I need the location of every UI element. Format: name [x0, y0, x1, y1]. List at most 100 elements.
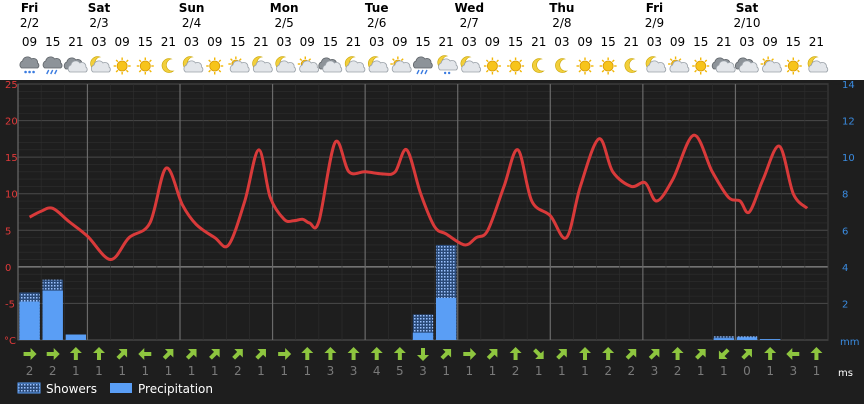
left-axis-unit: °C — [4, 336, 16, 347]
right-tick-label: 4 — [842, 263, 848, 274]
hour-labels: 09 15 21 03 09 15 21 03 09 15 21 03 09 15 21 03 09 15 21 03… — [22, 35, 824, 49]
day-name-label: Fri — [21, 1, 38, 15]
wind-speed-label: 1 — [211, 364, 219, 378]
hour-label: 09 — [577, 35, 592, 49]
wind-speed-label: 2 — [674, 364, 682, 378]
day-date-label: 2/8 — [552, 16, 571, 30]
day-date-label: 2/4 — [182, 16, 201, 30]
day-name-label: Sat — [88, 1, 111, 15]
hour-label: 21 — [346, 35, 361, 49]
hour-label: 15 — [138, 35, 153, 49]
legend-showers-label: Showers — [46, 382, 97, 396]
day-name-label: Sun — [179, 1, 205, 15]
sun-disc — [579, 60, 591, 72]
left-tick-label: 10 — [5, 190, 18, 201]
wind-speed-label: 1 — [257, 364, 265, 378]
wind-speed-label: 1 — [766, 364, 774, 378]
hour-label: 03 — [184, 35, 199, 49]
legend-precipitation-label: Precipitation — [138, 382, 213, 396]
hour-label: 15 — [415, 35, 430, 49]
day-name-label: Wed — [455, 1, 485, 15]
hour-label: 15 — [601, 35, 616, 49]
wind-speed-label: 1 — [558, 364, 566, 378]
day-date-label: 2/5 — [274, 16, 293, 30]
hour-label: 09 — [763, 35, 778, 49]
weather-forecast-chart: Fri2/2Sat2/3Sun2/4Mon2/5Tue2/6Wed2/7Thu2… — [0, 0, 864, 404]
wind-speed-label: 1 — [72, 364, 80, 378]
wind-speed-label: 5 — [396, 364, 404, 378]
right-tick-label: 12 — [842, 117, 855, 128]
wind-speed-label: 2 — [512, 364, 520, 378]
precipitation-bar — [736, 337, 758, 340]
hour-label: 15 — [693, 35, 708, 49]
hour-label: 15 — [45, 35, 60, 49]
precipitation-bar — [435, 297, 457, 340]
chart-background — [0, 80, 864, 404]
hour-label: 21 — [624, 35, 639, 49]
wind-speed-label: 3 — [789, 364, 797, 378]
legend-showers-swatch — [17, 382, 41, 394]
day-date-label: 2/6 — [367, 16, 386, 30]
day-date-label: 2/7 — [460, 16, 479, 30]
hour-label: 09 — [670, 35, 685, 49]
wind-speed-label: 1 — [813, 364, 821, 378]
hour-label: 03 — [739, 35, 754, 49]
right-axis-unit: mm — [840, 337, 859, 348]
wind-speed-label: 2 — [627, 364, 635, 378]
wind-speed-label: 3 — [327, 364, 335, 378]
hour-label: 09 — [485, 35, 500, 49]
sun-disc — [510, 60, 521, 72]
hour-label: 03 — [647, 35, 662, 49]
hour-label: 03 — [462, 35, 477, 49]
hour-label: 03 — [91, 35, 106, 49]
precipitation-bar — [759, 339, 781, 340]
precipitation-bar — [412, 332, 434, 340]
left-tick-label: 5 — [5, 226, 11, 237]
wind-speed-label: 3 — [651, 364, 659, 378]
hour-label: 15 — [230, 35, 245, 49]
day-name-label: Tue — [365, 1, 389, 15]
hour-label: 21 — [809, 35, 824, 49]
hour-label: 21 — [253, 35, 268, 49]
sun-disc — [116, 60, 128, 72]
legend-precipitation-swatch — [110, 383, 132, 393]
day-name-label: Sat — [736, 1, 759, 15]
snow-flake — [24, 70, 27, 74]
wind-speed-label: 3 — [350, 364, 358, 378]
snow-flake — [447, 71, 451, 75]
precipitation-bar — [19, 301, 40, 340]
hour-label: 15 — [786, 35, 801, 49]
hour-label: 15 — [323, 35, 338, 49]
snow-flake — [443, 71, 447, 75]
wind-speed-label: 2 — [26, 364, 34, 378]
snow-flake — [32, 70, 35, 74]
precipitation-bar — [42, 290, 63, 340]
wind-speed-label: 2 — [604, 364, 612, 378]
hour-label: 09 — [22, 35, 37, 49]
day-name-label: Fri — [646, 1, 663, 15]
hour-label: 03 — [277, 35, 292, 49]
wind-speed-label: 1 — [489, 364, 497, 378]
left-tick-label: 0 — [5, 263, 11, 274]
wind-speed-label: 1 — [141, 364, 149, 378]
precipitation-bar — [65, 334, 87, 340]
wind-speed-label: 1 — [188, 364, 196, 378]
left-tick-label: 25 — [5, 80, 18, 91]
day-date-label: 2/9 — [645, 16, 664, 30]
hour-label: 09 — [207, 35, 222, 49]
wind-speed-label: 1 — [118, 364, 126, 378]
sun-disc — [695, 60, 707, 72]
day-name-label: Thu — [549, 1, 574, 15]
wind-speed-label: 1 — [303, 364, 311, 378]
wind-speed-label: 2 — [234, 364, 242, 378]
hour-label: 09 — [300, 35, 315, 49]
hour-label: 09 — [392, 35, 407, 49]
hour-label: 09 — [115, 35, 130, 49]
wind-speed-label: 1 — [465, 364, 473, 378]
right-tick-label: 10 — [842, 153, 855, 164]
wind-speed-label: 1 — [442, 364, 450, 378]
hour-label: 03 — [369, 35, 384, 49]
wind-speed-label: 1 — [581, 364, 589, 378]
hour-label: 21 — [68, 35, 83, 49]
wind-speed-label: 1 — [697, 364, 705, 378]
